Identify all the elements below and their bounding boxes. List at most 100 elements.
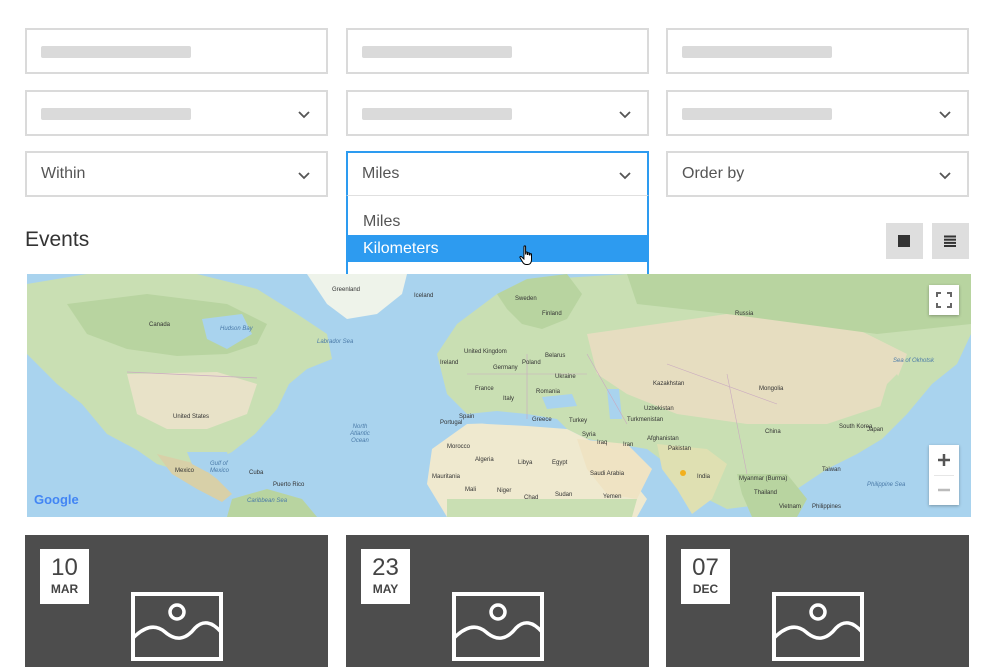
map-label: Algeria <box>475 457 494 463</box>
select-field-1[interactable] <box>25 90 328 136</box>
image-placeholder-icon <box>131 592 223 661</box>
placeholder-bar <box>41 46 191 58</box>
map-label: Kazakhstan <box>653 381 685 387</box>
map-label: Syria <box>582 432 596 438</box>
map-label: Thailand <box>754 490 778 496</box>
map-label: Canada <box>149 322 171 328</box>
map-label: Cuba <box>249 470 264 476</box>
select-field-3[interactable] <box>666 90 969 136</box>
chevron-down-icon <box>619 172 631 180</box>
text-field-2[interactable] <box>346 28 649 74</box>
date-badge: 23 MAY <box>361 549 410 604</box>
map-label: Saudi Arabia <box>590 471 625 477</box>
image-placeholder-icon <box>772 592 864 661</box>
map-label: Belarus <box>545 353 566 359</box>
units-selected-value: Miles <box>362 165 400 182</box>
units-select[interactable]: Miles <box>346 151 649 197</box>
chevron-down-icon <box>939 111 951 119</box>
map-label: South Korea <box>839 424 873 430</box>
map-label: Caribbean Sea <box>247 498 288 504</box>
map-label: United Kingdom <box>464 349 507 355</box>
event-day: 23 <box>372 554 399 581</box>
map-label: Mauritania <box>432 474 461 480</box>
event-day: 10 <box>51 554 78 581</box>
events-map[interactable]: Greenland Iceland Finland Sweden Russia … <box>27 274 971 517</box>
map-label: United States <box>173 414 210 420</box>
map-label: Niger <box>497 488 512 494</box>
map-label: Egypt <box>552 460 568 466</box>
placeholder-bar <box>362 108 512 120</box>
map-label: Hudson Bay <box>220 326 253 332</box>
zoom-control <box>929 445 959 505</box>
map-label: Yemen <box>603 494 622 500</box>
event-card[interactable]: 10 MAR <box>25 535 328 667</box>
map-label: Mongolia <box>759 386 784 392</box>
image-placeholder-icon <box>452 592 544 661</box>
fullscreen-button[interactable] <box>929 285 959 315</box>
event-month: MAY <box>372 582 399 596</box>
order-by-select[interactable]: Order by <box>666 151 969 197</box>
map-label: Labrador Sea <box>317 339 354 345</box>
map-label: Taiwan <box>822 467 841 473</box>
map-label: Puerto Rico <box>273 482 305 488</box>
map-label: Sudan <box>555 492 573 498</box>
fullscreen-icon <box>936 292 952 308</box>
select-field-2[interactable] <box>346 90 649 136</box>
map-label: Mali <box>465 487 477 493</box>
event-day: 07 <box>692 554 719 581</box>
map-label: Vietnam <box>779 504 801 510</box>
chevron-down-icon <box>939 172 951 180</box>
event-month: MAR <box>50 582 79 596</box>
text-field-1[interactable] <box>25 28 328 74</box>
units-dropdown-menu: Miles Kilometers <box>346 195 649 276</box>
map-label: Libya <box>518 460 533 466</box>
map-label: Myanmar (Burma) <box>739 476 788 482</box>
dropdown-option-miles[interactable]: Miles <box>348 208 647 235</box>
placeholder-bar <box>682 108 832 120</box>
map-label: Portugal <box>440 420 463 426</box>
events-title: Events <box>25 228 90 251</box>
list-view-button[interactable] <box>932 223 969 259</box>
order-by-label: Order by <box>682 165 745 182</box>
grid-view-icon <box>898 235 910 247</box>
map-label: Italy <box>503 396 515 402</box>
map-label: Turkey <box>569 418 588 424</box>
map-label: Chad <box>524 495 539 501</box>
map-label: North Atlantic Ocean <box>350 424 370 444</box>
map-label: Romania <box>536 389 561 395</box>
world-map-graphic <box>27 274 971 517</box>
placeholder-bar <box>682 46 832 58</box>
event-card[interactable]: 07 DEC <box>666 535 969 667</box>
map-label: Iran <box>623 442 634 448</box>
map-label: Philippine Sea <box>867 482 906 488</box>
text-field-3[interactable] <box>666 28 969 74</box>
map-label: Gulf of Mexico <box>210 461 230 474</box>
map-label: Mexico <box>175 468 195 474</box>
google-logo: Google <box>34 492 79 507</box>
zoom-out-icon[interactable] <box>929 475 959 505</box>
map-label: Finland <box>542 311 562 317</box>
chevron-down-icon <box>298 111 310 119</box>
map-label: France <box>475 386 494 392</box>
map-label: Ukraine <box>555 374 576 380</box>
map-label: China <box>765 429 781 435</box>
map-label: Uzbekistan <box>644 406 674 412</box>
chevron-down-icon <box>619 111 631 119</box>
map-label: Afghanistan <box>647 436 679 442</box>
map-label: Sea of Okhotsk <box>893 358 935 364</box>
map-label: Iceland <box>414 293 434 299</box>
map-label: Greece <box>532 417 552 423</box>
zoom-in-icon[interactable] <box>929 445 959 475</box>
within-select[interactable]: Within <box>25 151 328 197</box>
map-label: Morocco <box>447 444 471 450</box>
date-badge: 10 MAR <box>40 549 89 604</box>
map-label: Ireland <box>440 360 459 366</box>
dropdown-option-kilometers[interactable]: Kilometers <box>348 235 647 262</box>
grid-view-button[interactable] <box>886 223 923 259</box>
date-badge: 07 DEC <box>681 549 730 604</box>
list-view-icon <box>944 235 956 247</box>
event-card[interactable]: 23 MAY <box>346 535 649 667</box>
map-label: Sweden <box>515 296 537 302</box>
placeholder-bar <box>41 108 191 120</box>
map-label: Russia <box>735 311 754 317</box>
